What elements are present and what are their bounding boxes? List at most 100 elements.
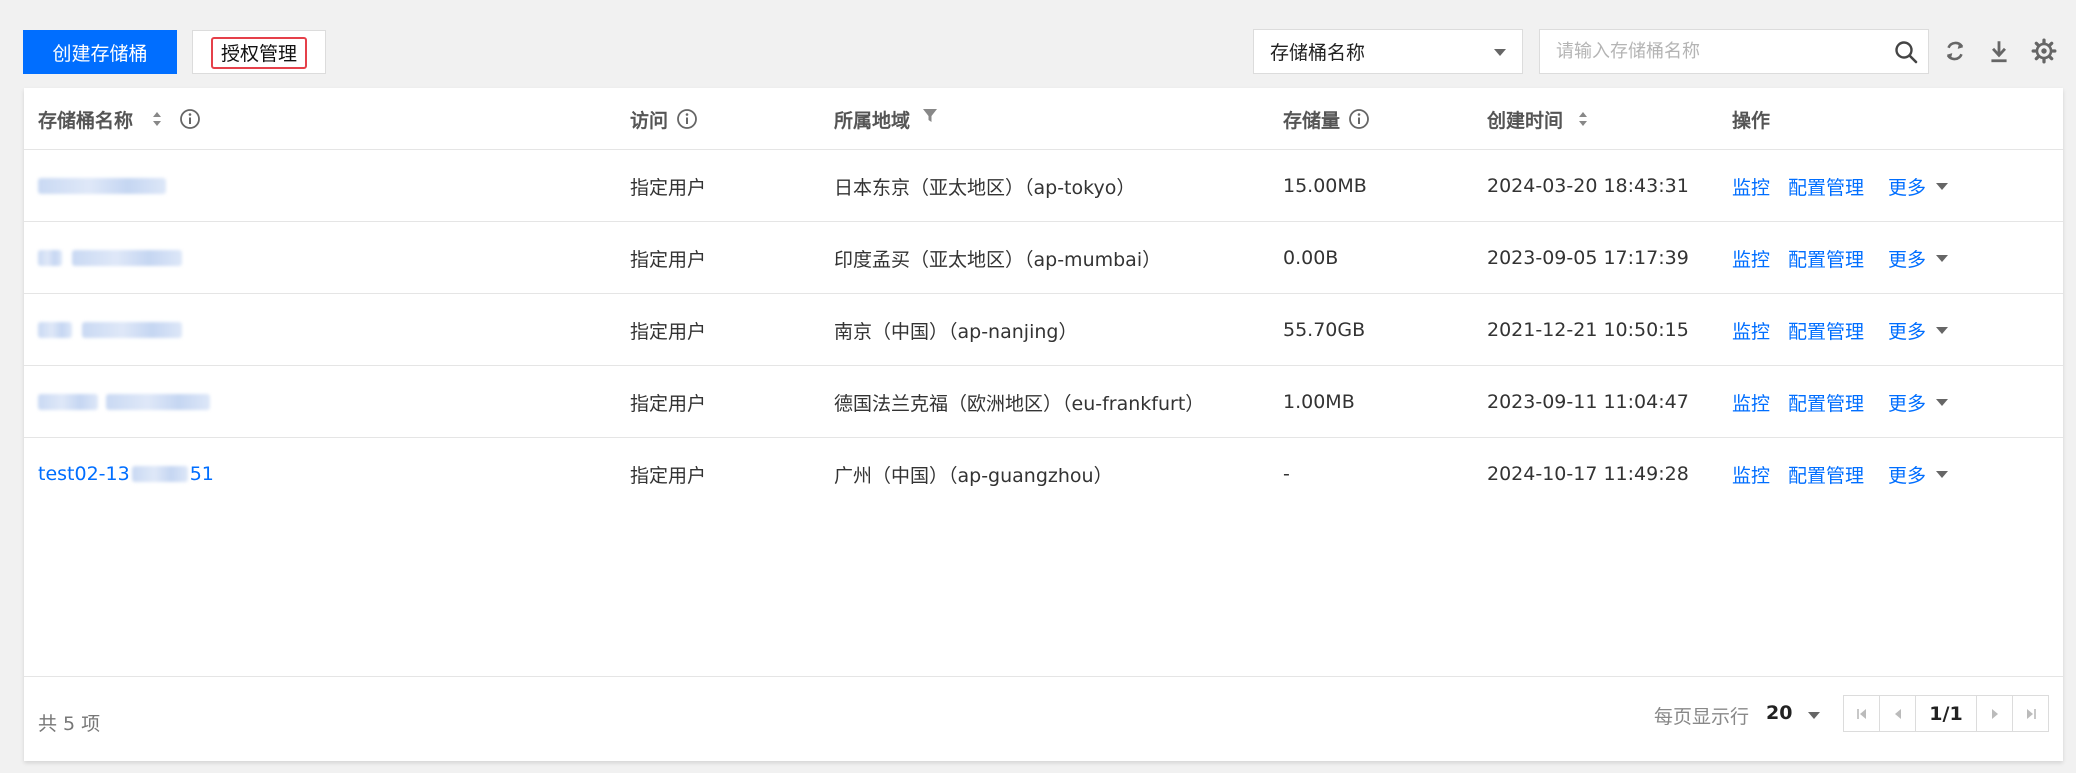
more-link-label: 更多 bbox=[1888, 248, 1927, 271]
chevron-down-icon bbox=[1936, 254, 1949, 262]
bucket-table-panel: 存储桶名称 访问 所属地域 存储量 创建时间 操作 指定用户 日本东京（亚太地区… bbox=[24, 88, 2063, 761]
config-link[interactable]: 配置管理 bbox=[1788, 222, 1864, 294]
monitor-link[interactable]: 监控 bbox=[1732, 294, 1770, 366]
first-page-button[interactable] bbox=[1843, 695, 1880, 732]
table-row: 指定用户 日本东京（亚太地区）（ap-tokyo） 15.00MB 2024-0… bbox=[24, 150, 2063, 222]
total-count: 共 5 项 bbox=[38, 713, 101, 735]
monitor-link[interactable]: 监控 bbox=[1732, 222, 1770, 294]
access-cell: 指定用户 bbox=[630, 320, 707, 343]
col-access-label: 访问 bbox=[630, 109, 669, 132]
config-link[interactable]: 配置管理 bbox=[1788, 150, 1864, 222]
bucket-name-link[interactable] bbox=[38, 366, 210, 438]
chevron-down-icon[interactable] bbox=[1808, 712, 1820, 719]
storage-cell: 1.00MB bbox=[1283, 391, 1355, 413]
chevron-down-icon bbox=[1936, 470, 1949, 478]
access-cell: 指定用户 bbox=[630, 176, 707, 199]
per-page-select[interactable]: 20 bbox=[1766, 702, 1792, 724]
table-footer: 共 5 项 每页显示行 20 1/1 bbox=[24, 676, 2063, 761]
storage-cell: 0.00B bbox=[1283, 247, 1339, 269]
download-icon[interactable] bbox=[1986, 38, 2012, 64]
access-cell: 指定用户 bbox=[630, 464, 707, 487]
chevron-left-icon bbox=[1894, 708, 1901, 719]
table-row: test02-13 51 指定用户 广州（中国）（ap-guangzhou） - … bbox=[24, 438, 2063, 510]
created-cell: 2021-12-21 10:50:15 bbox=[1487, 319, 1689, 341]
bucket-name-link[interactable]: test02-13 51 bbox=[38, 438, 214, 510]
info-icon[interactable] bbox=[1348, 108, 1370, 130]
col-ops-label: 操作 bbox=[1732, 109, 1771, 132]
chevron-down-icon bbox=[1494, 49, 1506, 56]
redacted-text bbox=[38, 394, 98, 410]
redacted-text bbox=[38, 322, 72, 338]
page-indicator: 1/1 bbox=[1915, 695, 1977, 732]
chevron-down-icon bbox=[1936, 326, 1949, 334]
pagination: 1/1 bbox=[1843, 695, 2049, 732]
more-link-label: 更多 bbox=[1888, 392, 1927, 415]
auth-management-button[interactable]: 授权管理 bbox=[192, 30, 326, 74]
search-field-select[interactable]: 存储桶名称 bbox=[1253, 29, 1523, 74]
prev-page-button[interactable] bbox=[1879, 695, 1916, 732]
redacted-text bbox=[38, 250, 62, 266]
auth-management-label: 授权管理 bbox=[220, 42, 297, 65]
gear-icon[interactable] bbox=[2031, 38, 2057, 64]
col-ops-header: 操作 bbox=[1732, 88, 1770, 150]
redacted-text bbox=[106, 394, 210, 410]
more-link-label: 更多 bbox=[1888, 176, 1927, 199]
search-field-select-value: 存储桶名称 bbox=[1270, 42, 1366, 64]
created-cell: 2023-09-05 17:17:39 bbox=[1487, 247, 1689, 269]
search-icon[interactable] bbox=[1894, 40, 1918, 64]
more-link-label: 更多 bbox=[1888, 464, 1927, 487]
config-link[interactable]: 配置管理 bbox=[1788, 294, 1864, 366]
bucket-name-link[interactable] bbox=[38, 150, 166, 222]
monitor-link[interactable]: 监控 bbox=[1732, 150, 1770, 222]
last-page-icon bbox=[2026, 708, 2036, 719]
region-cell: 广州（中国）（ap-guangzhou） bbox=[834, 464, 1113, 487]
col-region-header: 所属地域 bbox=[834, 88, 938, 150]
info-icon[interactable] bbox=[179, 108, 201, 130]
sort-icon[interactable] bbox=[1577, 110, 1589, 128]
refresh-icon[interactable] bbox=[1942, 38, 1968, 64]
more-dropdown[interactable]: 更多 bbox=[1888, 366, 1949, 438]
more-dropdown[interactable]: 更多 bbox=[1888, 438, 1949, 510]
chevron-down-icon bbox=[1936, 182, 1949, 190]
last-page-button[interactable] bbox=[2012, 695, 2049, 732]
config-link-label: 配置管理 bbox=[1788, 176, 1865, 199]
per-page-label: 每页显示行 bbox=[1654, 706, 1750, 728]
redacted-text bbox=[38, 178, 166, 194]
region-cell: 日本东京（亚太地区）（ap-tokyo） bbox=[834, 176, 1136, 199]
filter-icon[interactable] bbox=[922, 107, 938, 125]
col-name-label: 存储桶名称 bbox=[38, 109, 134, 132]
more-link-label: 更多 bbox=[1888, 320, 1927, 343]
create-bucket-button[interactable]: 创建存储桶 bbox=[23, 30, 177, 74]
more-dropdown[interactable]: 更多 bbox=[1888, 294, 1949, 366]
access-cell: 指定用户 bbox=[630, 392, 707, 415]
storage-cell: 15.00MB bbox=[1283, 175, 1367, 197]
col-access-header: 访问 bbox=[630, 88, 698, 150]
table-row: 指定用户 德国法兰克福（欧洲地区）（eu-frankfurt） 1.00MB 2… bbox=[24, 366, 2063, 438]
more-dropdown[interactable]: 更多 bbox=[1888, 150, 1949, 222]
monitor-link[interactable]: 监控 bbox=[1732, 366, 1770, 438]
region-cell: 德国法兰克福（欧洲地区）（eu-frankfurt） bbox=[834, 392, 1205, 415]
created-cell: 2024-10-17 11:49:28 bbox=[1487, 463, 1689, 485]
more-dropdown[interactable]: 更多 bbox=[1888, 222, 1949, 294]
sort-icon[interactable] bbox=[151, 110, 163, 128]
bucket-name-link[interactable] bbox=[38, 294, 182, 366]
created-cell: 2024-03-20 18:43:31 bbox=[1487, 175, 1689, 197]
monitor-link-label: 监控 bbox=[1732, 464, 1771, 487]
first-page-icon bbox=[1856, 708, 1866, 719]
col-created-header: 创建时间 bbox=[1487, 88, 1589, 150]
table-row: 指定用户 南京（中国）（ap-nanjing） 55.70GB 2021-12-… bbox=[24, 294, 2063, 366]
config-link[interactable]: 配置管理 bbox=[1788, 366, 1864, 438]
redacted-text bbox=[131, 466, 188, 482]
monitor-link-label: 监控 bbox=[1732, 392, 1771, 415]
search-input[interactable] bbox=[1540, 30, 1880, 73]
monitor-link[interactable]: 监控 bbox=[1732, 438, 1770, 510]
config-link[interactable]: 配置管理 bbox=[1788, 438, 1864, 510]
chevron-right-icon bbox=[1991, 708, 1998, 719]
next-page-button[interactable] bbox=[1976, 695, 2013, 732]
bucket-name-link[interactable] bbox=[38, 222, 182, 294]
storage-cell: 55.70GB bbox=[1283, 319, 1366, 341]
config-link-label: 配置管理 bbox=[1788, 464, 1865, 487]
col-storage-header: 存储量 bbox=[1283, 88, 1370, 150]
storage-cell: - bbox=[1283, 463, 1290, 485]
info-icon[interactable] bbox=[676, 108, 698, 130]
